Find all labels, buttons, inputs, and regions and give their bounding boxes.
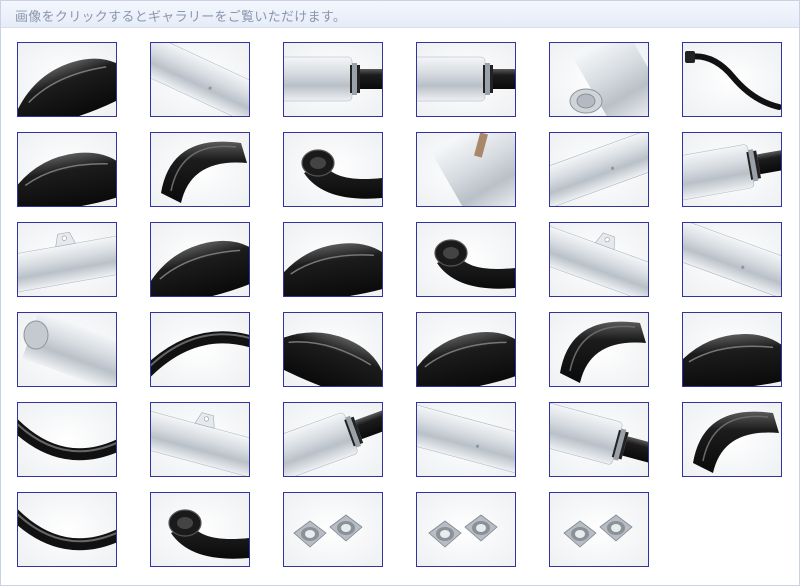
gallery-thumbnail-2[interactable] (150, 42, 250, 117)
gallery-thumbnail-35[interactable] (549, 492, 649, 567)
black-flange-pipe-image (151, 493, 249, 566)
gallery-thumbnail-17[interactable] (549, 222, 649, 297)
thumbnail-grid (17, 42, 782, 567)
gallery-thumbnail-26[interactable] (150, 402, 250, 477)
silver-silencer-tube-image (151, 43, 249, 116)
silver-pipe-black-joint-image (550, 403, 648, 476)
gallery-thumbnail-34[interactable] (416, 492, 516, 567)
silencer-bracket-angle-image (550, 223, 648, 296)
gallery-thumbnail-9[interactable] (283, 132, 383, 207)
black-exhaust-pipe-image (18, 43, 116, 116)
gallery-thumbnail-12[interactable] (682, 132, 782, 207)
gallery-thumbnail-4[interactable] (416, 42, 516, 117)
gallery-thumbnail-20[interactable] (150, 312, 250, 387)
gallery-thumbnail-10[interactable] (416, 132, 516, 207)
gallery-thumbnail-29[interactable] (549, 402, 649, 477)
gallery-header: 画像をクリックするとギャラリーをご覧いただけます。 (1, 1, 799, 28)
gallery-thumbnail-24[interactable] (682, 312, 782, 387)
gallery-thumbnail-16[interactable] (416, 222, 516, 297)
black-curved-chamber-image (151, 133, 249, 206)
silencer-rivet-detail-image (683, 223, 781, 296)
gallery-thumbnail-15[interactable] (283, 222, 383, 297)
gallery-thumbnail-23[interactable] (549, 312, 649, 387)
black-pipe-rubber-joint-image (18, 403, 116, 476)
gallery-thumbnail-14[interactable] (150, 222, 250, 297)
silencer-tip-silver-image (18, 313, 116, 386)
black-pipe-joint-image (284, 133, 382, 206)
gallery-thumbnail-27[interactable] (283, 402, 383, 477)
gallery-thumbnail-25[interactable] (17, 402, 117, 477)
gallery-thumbnail-32[interactable] (150, 492, 250, 567)
silencer-black-clamp-image (683, 133, 781, 206)
gallery-thumbnail-19[interactable] (17, 312, 117, 387)
silver-flange-pair-top-image (550, 493, 648, 566)
black-chamber-stay-image (18, 133, 116, 206)
silver-flange-pair-angle-image (417, 493, 515, 566)
gallery-thumbnail-13[interactable] (17, 222, 117, 297)
gallery-thumbnail-8[interactable] (150, 132, 250, 207)
silencer-joint-black-image (417, 43, 515, 116)
silencer-end-cap-image (550, 43, 648, 116)
black-chamber-shape-image (683, 313, 781, 386)
silencer-titanium-outlet-image (417, 133, 515, 206)
black-chamber-welds-image (417, 313, 515, 386)
black-chamber-large-image (550, 313, 648, 386)
gallery-thumbnail-18[interactable] (682, 222, 782, 297)
gallery-thumbnail-33[interactable] (283, 492, 383, 567)
silencer-bracket-image (18, 223, 116, 296)
gallery-thumbnail-7[interactable] (17, 132, 117, 207)
silver-silencer-clamp-image (284, 43, 382, 116)
silencer-with-clamp-image (284, 403, 382, 476)
gallery-thumbnail-28[interactable] (416, 402, 516, 477)
gallery-thumbnail-11[interactable] (549, 132, 649, 207)
silver-flange-pair-image (284, 493, 382, 566)
silencer-body-closeup-image (550, 133, 648, 206)
black-pipe-curve-stay-image (151, 313, 249, 386)
gallery-thumbnail-5[interactable] (549, 42, 649, 117)
black-pipe-flat-image (284, 313, 382, 386)
silencer-bracket-top-image (151, 403, 249, 476)
silencer-body-plain-image (417, 403, 515, 476)
gallery-thumbnail-21[interactable] (283, 312, 383, 387)
gallery-thumbnail-3[interactable] (283, 42, 383, 117)
gallery-panel: 画像をクリックするとギャラリーをご覧いただけます。 (0, 0, 800, 586)
black-pipe-bend-image (18, 493, 116, 566)
gallery-instruction: 画像をクリックするとギャラリーをご覧いただけます。 (15, 10, 347, 25)
black-chamber-side-image (151, 223, 249, 296)
gallery-thumbnail-1[interactable] (17, 42, 117, 117)
thin-black-pipe-image (683, 43, 781, 116)
black-chamber-front-image (683, 403, 781, 476)
gallery-thumbnail-6[interactable] (682, 42, 782, 117)
gallery-thumbnail-31[interactable] (17, 492, 117, 567)
black-chamber-bulge-image (284, 223, 382, 296)
black-manifold-flange-image (417, 223, 515, 296)
gallery-thumbnail-30[interactable] (682, 402, 782, 477)
gallery-thumbnail-22[interactable] (416, 312, 516, 387)
